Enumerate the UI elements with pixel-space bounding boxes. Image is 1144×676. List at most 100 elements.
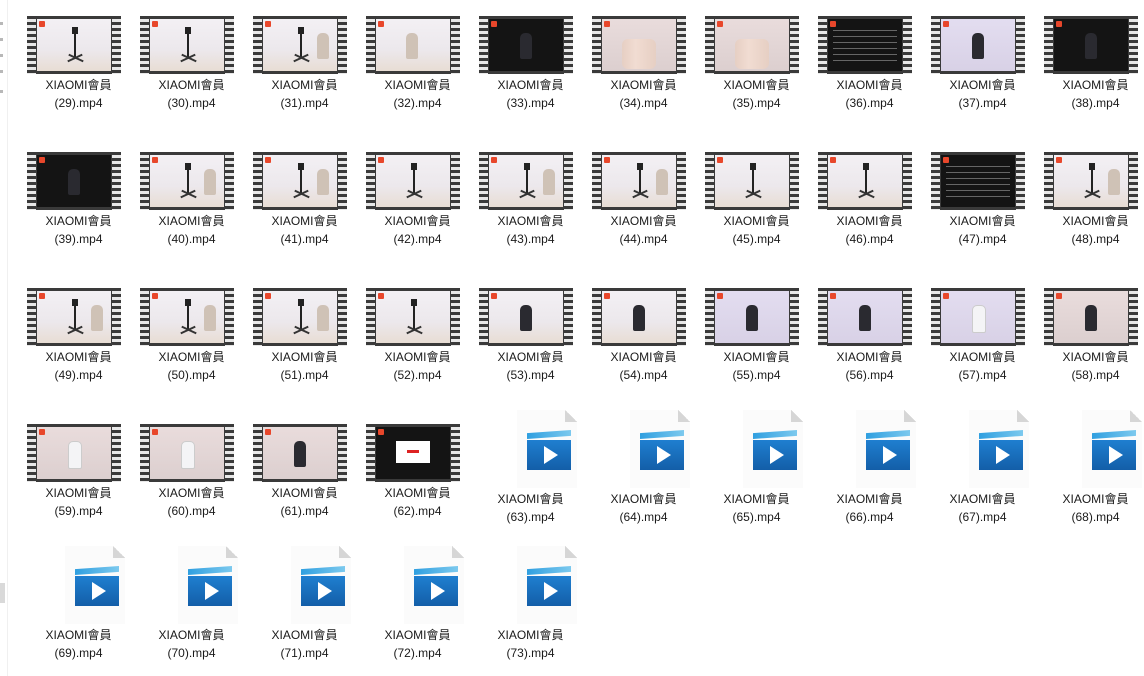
film-reel-icon (253, 152, 347, 210)
file-item[interactable]: XIAOMI會員 (52).mp4 (361, 282, 474, 412)
video-frame (1054, 155, 1128, 207)
file-item[interactable]: XIAOMI會員 (62).mp4 (361, 418, 474, 548)
file-item[interactable]: XIAOMI會員 (29).mp4 (22, 10, 135, 140)
file-item[interactable]: XIAOMI會員 (44).mp4 (587, 146, 700, 276)
file-item[interactable]: XIAOMI會員 (34).mp4 (587, 10, 700, 140)
channel-logo-icon (39, 157, 45, 163)
file-item[interactable]: XIAOMI會員 (33).mp4 (474, 10, 587, 140)
video-file-icon (517, 410, 577, 488)
file-name-label: XIAOMI會員 (66).mp4 (813, 490, 926, 526)
file-name-line2: (57).mp4 (958, 368, 1007, 382)
file-name-line2: (41).mp4 (280, 232, 329, 246)
tripod-shape (298, 27, 304, 34)
video-thumbnail (931, 16, 1025, 74)
file-item[interactable]: XIAOMI會員 (58).mp4 (1039, 282, 1144, 412)
file-item[interactable]: XIAOMI會員 (68).mp4 (1039, 410, 1144, 540)
file-item[interactable]: XIAOMI會員 (72).mp4 (361, 546, 474, 676)
file-item[interactable]: XIAOMI會員 (55).mp4 (700, 282, 813, 412)
video-thumbnail (253, 424, 347, 482)
file-item[interactable]: XIAOMI會員 (49).mp4 (22, 282, 135, 412)
file-item[interactable]: XIAOMI會員 (50).mp4 (135, 282, 248, 412)
video-frame (941, 19, 1015, 71)
tripod-shape (185, 299, 191, 306)
file-item[interactable]: XIAOMI會員 (30).mp4 (135, 10, 248, 140)
channel-logo-icon (152, 293, 158, 299)
scrollbar-thumb[interactable] (0, 583, 5, 603)
file-item[interactable]: XIAOMI會員 (60).mp4 (135, 418, 248, 548)
file-item[interactable]: XIAOMI會員 (35).mp4 (700, 10, 813, 140)
file-item[interactable]: XIAOMI會員 (39).mp4 (22, 146, 135, 276)
file-item[interactable]: XIAOMI會員 (42).mp4 (361, 146, 474, 276)
file-item[interactable]: XIAOMI會員 (45).mp4 (700, 146, 813, 276)
play-icon (544, 582, 558, 600)
file-item[interactable]: XIAOMI會員 (46).mp4 (813, 146, 926, 276)
film-reel-icon (253, 288, 347, 346)
nav-expand-marker[interactable] (0, 54, 3, 57)
file-name-line1: XIAOMI會員 (45, 486, 112, 500)
file-item[interactable]: XIAOMI會員 (65).mp4 (700, 410, 813, 540)
file-item[interactable]: XIAOMI會員 (40).mp4 (135, 146, 248, 276)
nav-expand-marker[interactable] (0, 22, 3, 25)
file-item[interactable]: XIAOMI會員 (51).mp4 (248, 282, 361, 412)
file-item[interactable]: XIAOMI會員 (53).mp4 (474, 282, 587, 412)
file-name-line2: (49).mp4 (54, 368, 103, 382)
file-name-line1: XIAOMI會員 (384, 628, 451, 642)
file-item[interactable]: XIAOMI會員 (54).mp4 (587, 282, 700, 412)
file-item[interactable]: XIAOMI會員 (38).mp4 (1039, 10, 1144, 140)
video-thumbnail (1044, 16, 1138, 74)
file-item[interactable]: XIAOMI會員 (41).mp4 (248, 146, 361, 276)
file-item[interactable]: XIAOMI會員 (48).mp4 (1039, 146, 1144, 276)
file-name-line2: (53).mp4 (506, 368, 555, 382)
file-item[interactable]: XIAOMI會員 (61).mp4 (248, 418, 361, 548)
file-name-line1: XIAOMI會員 (497, 78, 564, 92)
file-name-line1: XIAOMI會員 (158, 78, 225, 92)
file-name-line1: XIAOMI會員 (384, 350, 451, 364)
file-name-line2: (46).mp4 (845, 232, 894, 246)
file-item[interactable]: XIAOMI會員 (63).mp4 (474, 410, 587, 540)
file-item[interactable]: XIAOMI會員 (73).mp4 (474, 546, 587, 676)
file-item[interactable]: XIAOMI會員 (37).mp4 (926, 10, 1039, 140)
film-reel-icon (818, 16, 912, 74)
file-item[interactable]: XIAOMI會員 (31).mp4 (248, 10, 361, 140)
film-reel-icon (592, 288, 686, 346)
film-reel-icon (366, 16, 460, 74)
file-item[interactable]: XIAOMI會員 (67).mp4 (926, 410, 1039, 540)
file-name-label: XIAOMI會員 (69).mp4 (22, 626, 135, 662)
video-thumbnail (479, 152, 573, 210)
file-item[interactable]: XIAOMI會員 (66).mp4 (813, 410, 926, 540)
video-thumbnail (253, 288, 347, 346)
file-item[interactable]: XIAOMI會員 (59).mp4 (22, 418, 135, 548)
channel-logo-icon (943, 21, 949, 27)
channel-logo-icon (717, 293, 723, 299)
file-item[interactable]: XIAOMI會員 (43).mp4 (474, 146, 587, 276)
nav-expand-marker[interactable] (0, 38, 3, 41)
play-icon (1109, 446, 1123, 464)
file-name-line1: XIAOMI會員 (158, 350, 225, 364)
channel-logo-icon (491, 21, 497, 27)
file-item[interactable]: XIAOMI會員 (69).mp4 (22, 546, 135, 676)
file-name-label: XIAOMI會員 (55).mp4 (700, 348, 813, 384)
film-reel-icon (27, 288, 121, 346)
nav-expand-marker[interactable] (0, 70, 3, 73)
file-item[interactable]: XIAOMI會員 (56).mp4 (813, 282, 926, 412)
file-name-line1: XIAOMI會員 (949, 214, 1016, 228)
file-name-line1: XIAOMI會員 (497, 214, 564, 228)
file-item[interactable]: XIAOMI會員 (47).mp4 (926, 146, 1039, 276)
film-reel-icon (140, 152, 234, 210)
file-item[interactable]: XIAOMI會員 (32).mp4 (361, 10, 474, 140)
file-item[interactable]: XIAOMI會員 (57).mp4 (926, 282, 1039, 412)
file-item[interactable]: XIAOMI會員 (70).mp4 (135, 546, 248, 676)
file-name-line1: XIAOMI會員 (45, 350, 112, 364)
video-thumbnail (253, 16, 347, 74)
film-reel-icon (592, 16, 686, 74)
file-item[interactable]: XIAOMI會員 (71).mp4 (248, 546, 361, 676)
file-item[interactable]: XIAOMI會員 (36).mp4 (813, 10, 926, 140)
nav-expand-marker[interactable] (0, 90, 3, 93)
film-reel-icon (931, 288, 1025, 346)
file-item[interactable]: XIAOMI會員 (64).mp4 (587, 410, 700, 540)
file-name-line2: (29).mp4 (54, 96, 103, 110)
file-name-label: XIAOMI會員 (68).mp4 (1039, 490, 1144, 526)
channel-logo-icon (717, 21, 723, 27)
file-name-label: XIAOMI會員 (47).mp4 (926, 212, 1039, 248)
file-name-line1: XIAOMI會員 (45, 78, 112, 92)
